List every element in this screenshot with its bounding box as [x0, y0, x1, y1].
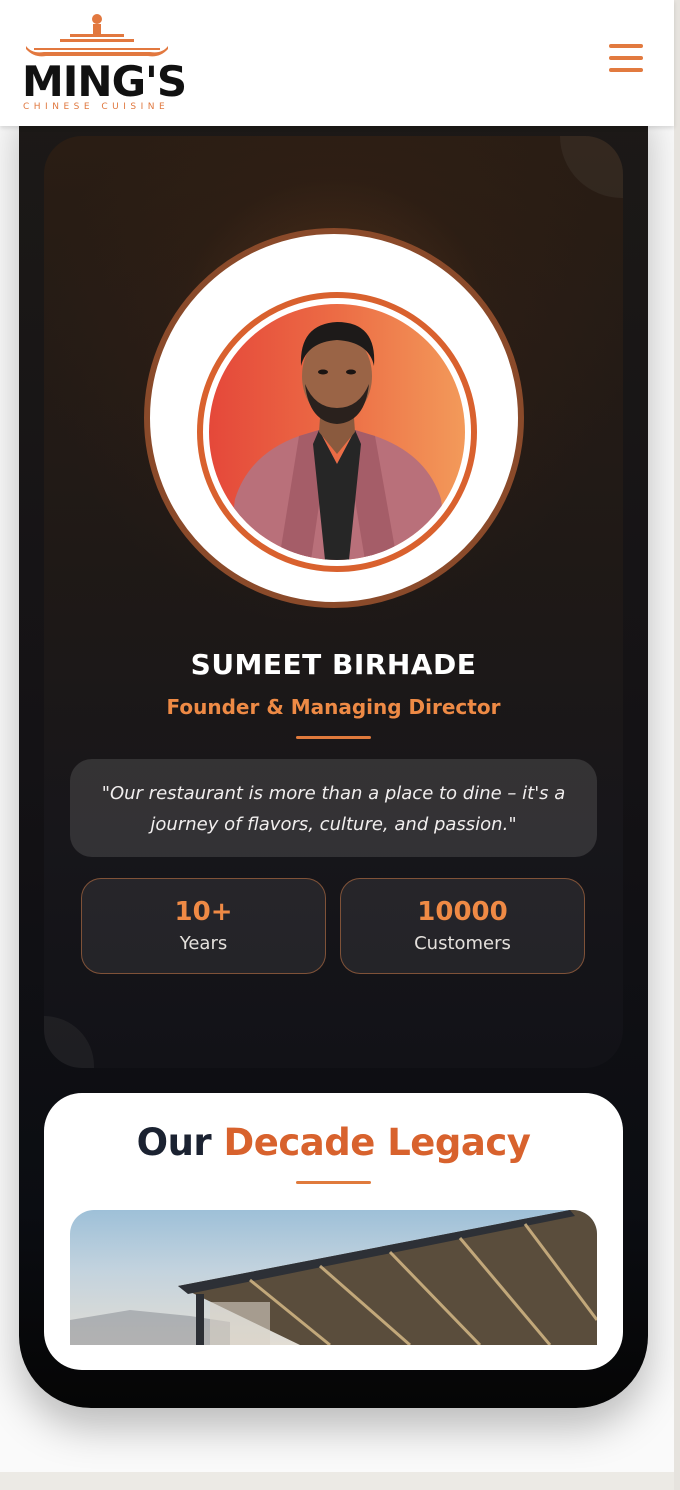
avatar	[197, 292, 477, 572]
hamburger-icon	[609, 44, 643, 48]
hamburger-icon-bar	[609, 56, 643, 60]
decorative-circle	[44, 1016, 94, 1068]
legacy-title-accent: Decade Legacy	[223, 1121, 531, 1164]
stat-customers: 10000 Customers	[340, 878, 585, 974]
pergola-image	[70, 1210, 597, 1345]
page: MING'S CHINESE CUISINE SUMEET BIRHADE Fo…	[0, 0, 674, 1472]
scrollbar[interactable]	[674, 0, 680, 1490]
stat-value: 10000	[417, 897, 508, 927]
founder-name: SUMEET BIRHADE	[190, 648, 477, 681]
stat-label: Customers	[414, 933, 511, 954]
logo[interactable]: MING'S CHINESE CUISINE	[20, 14, 187, 114]
avatar-frame	[144, 228, 524, 608]
stat-years: 10+ Years	[81, 878, 326, 974]
restaurant-photo	[70, 1210, 597, 1345]
founder-profile-card: SUMEET BIRHADE Founder & Managing Direct…	[44, 136, 623, 1068]
site-header: MING'S CHINESE CUISINE	[0, 0, 674, 126]
divider	[296, 736, 371, 739]
person-illustration	[227, 322, 449, 560]
decorative-circle	[560, 136, 623, 198]
stat-value: 10+	[174, 897, 233, 927]
founder-role: Founder & Managing Director	[166, 695, 501, 719]
logo-subtitle: CHINESE CUISINE	[23, 102, 170, 112]
founder-photo	[209, 304, 465, 560]
stat-label: Years	[179, 933, 228, 954]
hamburger-menu-button[interactable]	[604, 44, 648, 80]
legacy-section: Our Decade Legacy	[44, 1093, 623, 1370]
hamburger-icon-bar	[609, 68, 643, 72]
founder-quote: "Our restaurant is more than a place to …	[70, 759, 597, 857]
legacy-title-prefix: Our	[136, 1121, 212, 1164]
divider	[296, 1181, 371, 1184]
logo-text: MING'S	[22, 57, 187, 106]
legacy-title: Our Decade Legacy	[44, 1121, 623, 1164]
